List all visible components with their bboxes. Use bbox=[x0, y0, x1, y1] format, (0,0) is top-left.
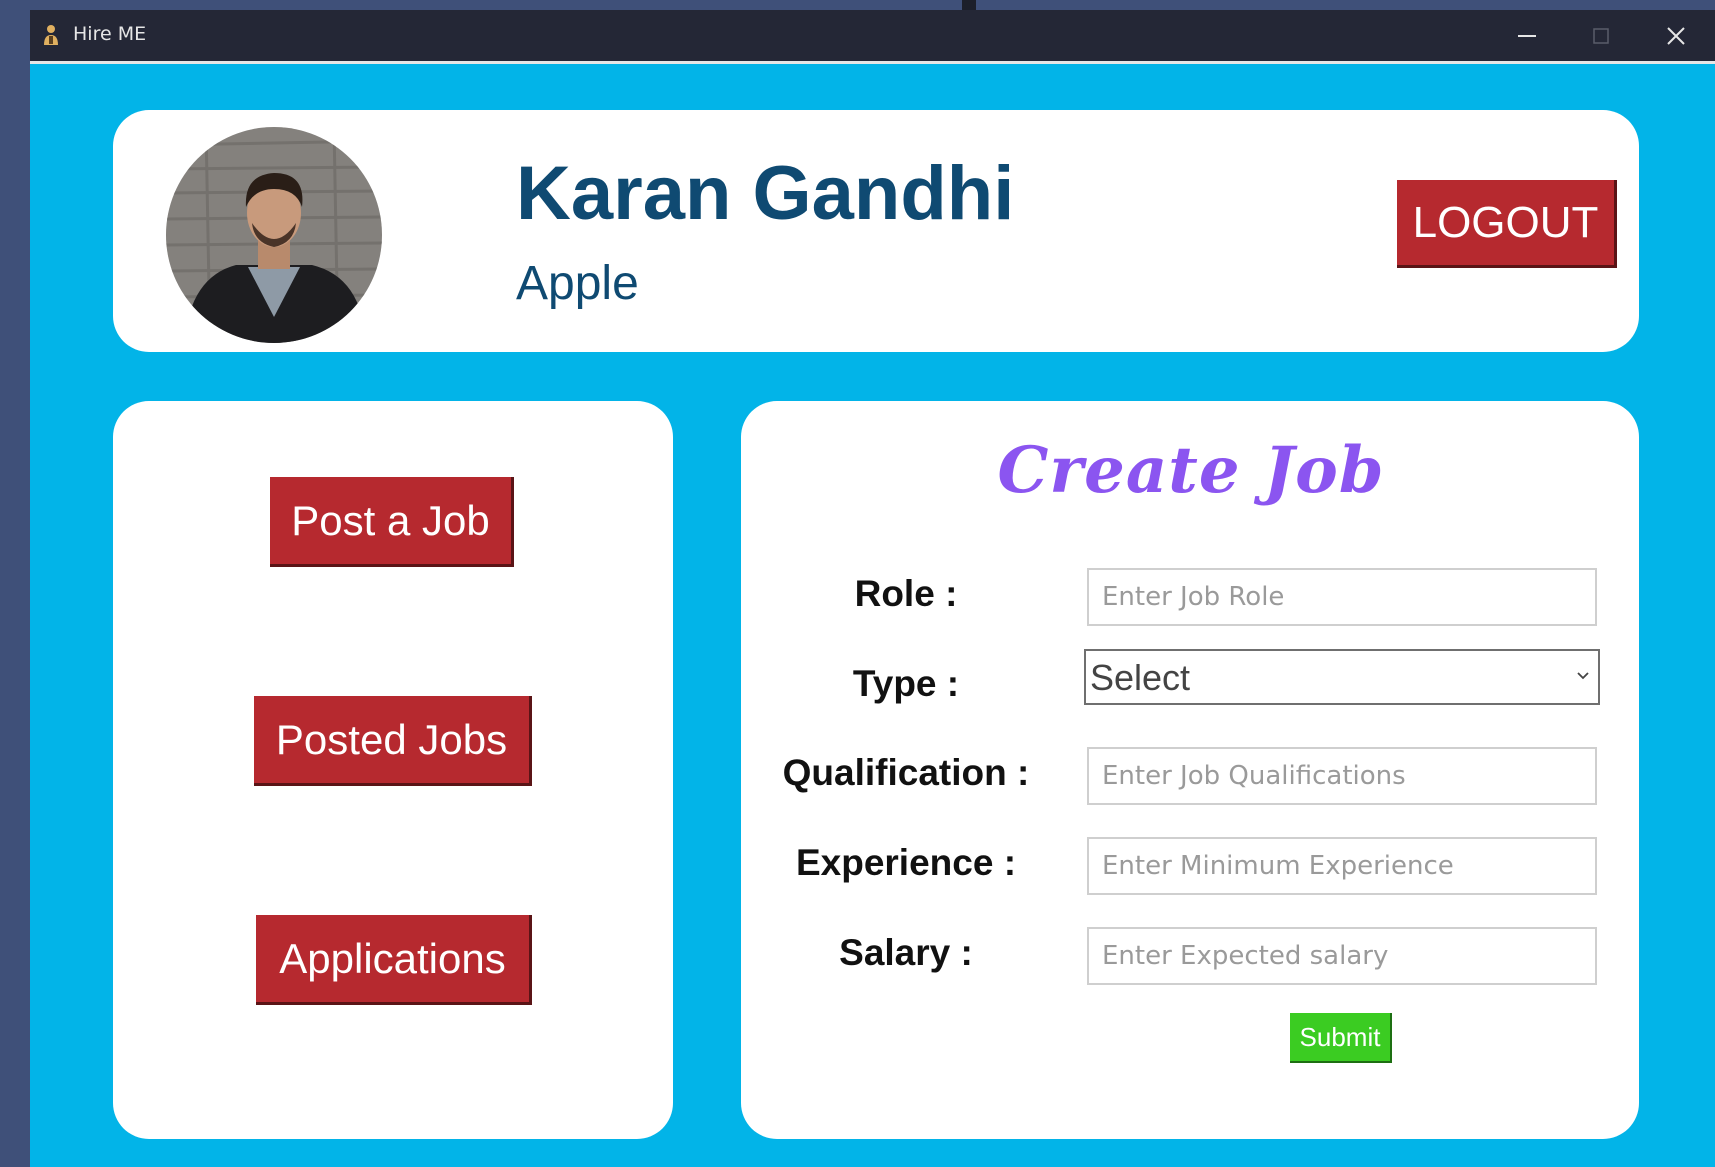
experience-input[interactable] bbox=[1087, 837, 1597, 895]
role-input[interactable] bbox=[1087, 568, 1597, 626]
role-label: Role : bbox=[854, 573, 958, 614]
create-job-form-card: Create Job Role : Type : Select Qualific… bbox=[741, 401, 1639, 1139]
title-bar[interactable]: Hire ME bbox=[30, 10, 1715, 61]
qualification-input[interactable] bbox=[1087, 747, 1597, 805]
minimize-icon bbox=[1518, 35, 1536, 37]
logout-button[interactable]: LOGOUT bbox=[1397, 180, 1617, 268]
type-select[interactable]: Select bbox=[1084, 649, 1600, 705]
navigation-card: Post a Job Posted Jobs Applications bbox=[113, 401, 673, 1139]
close-button[interactable] bbox=[1648, 16, 1704, 56]
profile-photo bbox=[166, 127, 382, 343]
window-title: Hire ME bbox=[73, 23, 147, 45]
avatar bbox=[166, 127, 382, 343]
applications-button[interactable]: Applications bbox=[256, 915, 532, 1005]
salary-label: Salary : bbox=[839, 932, 973, 973]
salary-input[interactable] bbox=[1087, 927, 1597, 985]
hire-me-person-icon bbox=[44, 25, 58, 45]
title-bar-border bbox=[30, 61, 1715, 64]
maximize-button[interactable] bbox=[1573, 16, 1629, 56]
submit-button[interactable]: Submit bbox=[1290, 1013, 1392, 1063]
company-name: Apple bbox=[516, 257, 639, 310]
type-select-value: Select bbox=[1090, 657, 1191, 698]
user-name: Karan Gandhi bbox=[516, 151, 1015, 236]
profile-header-card: Karan Gandhi Apple LOGOUT bbox=[113, 110, 1639, 352]
minimize-button[interactable] bbox=[1499, 16, 1555, 56]
posted-jobs-button[interactable]: Posted Jobs bbox=[254, 696, 532, 786]
close-icon bbox=[1667, 27, 1685, 45]
type-label: Type : bbox=[852, 663, 960, 704]
qualification-label: Qualification : bbox=[782, 752, 1030, 793]
app-window: Hire ME Karan Gandhi Apple LOGOUT Post a… bbox=[30, 10, 1715, 1167]
form-title: Create Job bbox=[997, 433, 1385, 508]
maximize-icon bbox=[1593, 28, 1609, 44]
experience-label: Experience : bbox=[795, 842, 1017, 883]
post-job-button[interactable]: Post a Job bbox=[270, 477, 514, 567]
chevron-down-icon bbox=[1577, 672, 1589, 680]
